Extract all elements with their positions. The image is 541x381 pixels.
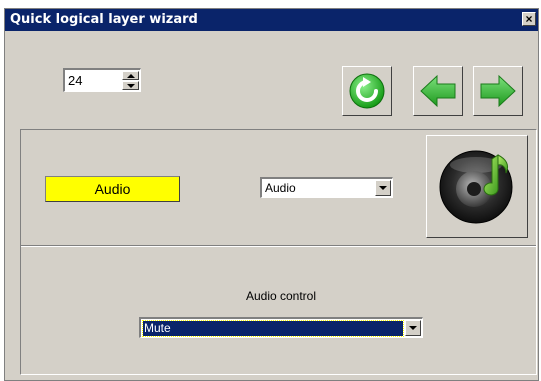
audio-control-select[interactable]: Mute [139, 317, 423, 338]
back-button[interactable] [413, 66, 463, 116]
chevron-down-icon [379, 186, 387, 190]
refresh-icon [349, 73, 385, 109]
wizard-window: Quick logical layer wizard × 24 Audio Au… [4, 8, 539, 381]
spinner-down-button[interactable] [122, 81, 139, 90]
layer-type-value: Audio [265, 181, 296, 195]
audio-control-label: Audio control [245, 289, 317, 303]
spinner-value[interactable]: 24 [68, 73, 82, 88]
audio-control-value: Mute [142, 320, 404, 337]
forward-button[interactable] [473, 66, 523, 116]
music-speaker-icon [439, 150, 513, 224]
chevron-up-icon [127, 74, 135, 78]
arrow-right-icon [480, 74, 516, 108]
title-bar[interactable]: Quick logical layer wizard × [5, 9, 538, 31]
panel-divider [21, 245, 536, 247]
layer-type-dropdown-button[interactable] [375, 180, 391, 196]
layer-type-select[interactable]: Audio [260, 177, 393, 198]
layer-panel: Audio Audio Audio control Mute [20, 129, 537, 375]
close-button[interactable]: × [522, 12, 536, 26]
chevron-down-icon [127, 84, 135, 88]
chevron-down-icon [409, 326, 417, 330]
audio-control-dropdown-button[interactable] [405, 320, 421, 336]
layer-number-spinner[interactable]: 24 [63, 68, 141, 92]
audio-icon-button[interactable] [426, 135, 528, 238]
spinner-buttons [122, 71, 139, 90]
spinner-up-button[interactable] [122, 71, 139, 80]
arrow-left-icon [420, 74, 456, 108]
layer-name-label: Audio [45, 176, 180, 202]
refresh-button[interactable] [342, 66, 392, 116]
window-title: Quick logical layer wizard [10, 12, 198, 27]
